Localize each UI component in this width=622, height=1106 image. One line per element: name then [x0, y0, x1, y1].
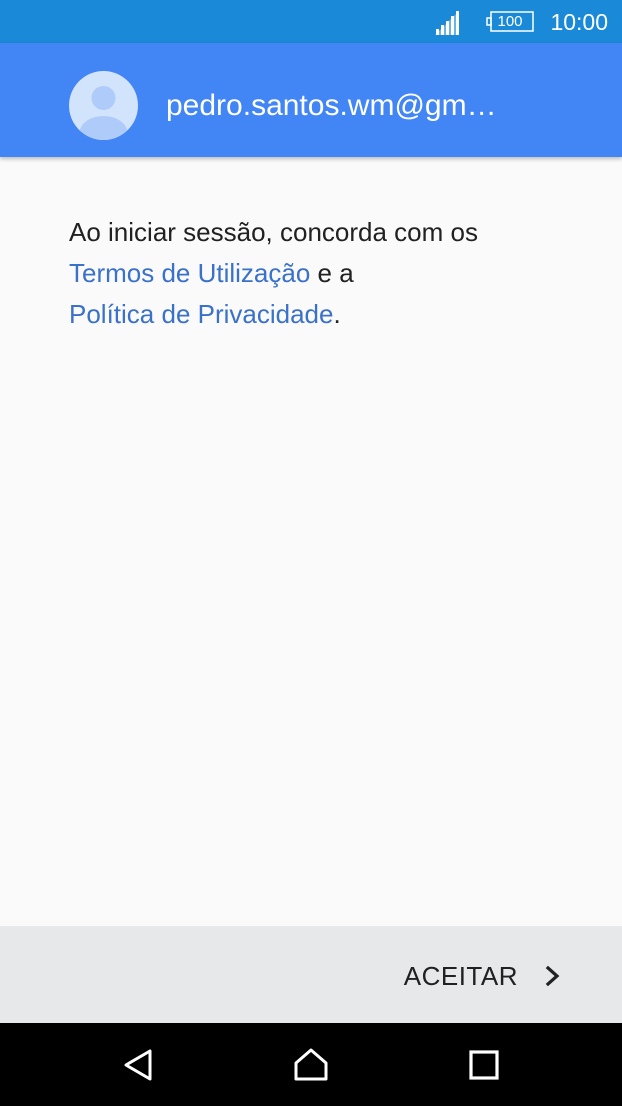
- accept-button[interactable]: ACEITAR: [404, 956, 562, 996]
- cellular-signal-icon: [435, 11, 459, 35]
- home-icon[interactable]: [291, 1045, 331, 1085]
- battery-level-text: 100: [497, 13, 523, 30]
- navigation-bar: [0, 1023, 622, 1106]
- status-bar: 100 10:00: [0, 0, 622, 43]
- account-avatar-icon: [69, 71, 138, 140]
- terms-intro-text: Ao iniciar sessão, concorda com os: [69, 217, 478, 247]
- screen: 100 10:00 pedro.santos.wm@gm… Ao iniciar…: [0, 0, 622, 1106]
- footer-bar: ACEITAR: [0, 926, 622, 1023]
- accept-label: ACEITAR: [403, 960, 518, 991]
- terms-of-use-link[interactable]: Termos de Utilização: [69, 258, 310, 288]
- terms-period: .: [333, 299, 341, 329]
- privacy-policy-link[interactable]: Política de Privacidade: [69, 299, 333, 329]
- status-clock: 10:00: [550, 9, 608, 35]
- chevron-right-icon: [545, 965, 560, 987]
- account-header: pedro.santos.wm@gm…: [0, 43, 622, 157]
- recents-icon[interactable]: [464, 1045, 504, 1085]
- terms-conjunction-text: e a: [310, 258, 354, 288]
- terms-text: Ao iniciar sessão, concorda com os Termo…: [69, 212, 569, 335]
- account-email: pedro.santos.wm@gm…: [166, 89, 497, 122]
- back-icon[interactable]: [119, 1045, 159, 1085]
